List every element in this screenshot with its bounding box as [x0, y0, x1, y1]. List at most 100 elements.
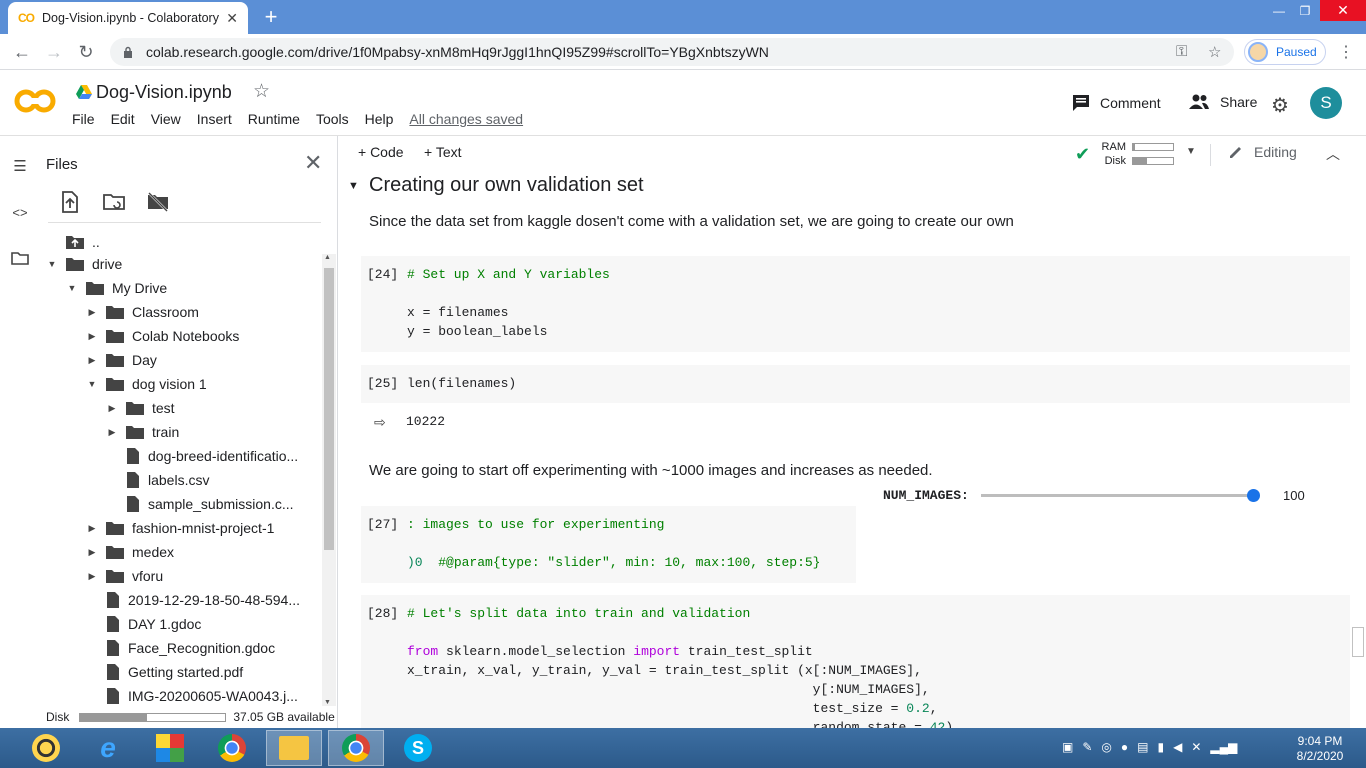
tree-item-file[interactable]: IMG-20200605-WA0043.j...	[106, 684, 298, 704]
caret-right-icon[interactable]: ▶	[86, 571, 98, 582]
scroll-down-icon[interactable]: ▼	[324, 699, 331, 706]
tab-close-icon[interactable]: ✕	[226, 10, 238, 27]
caret-down-icon[interactable]: ▼	[66, 283, 78, 293]
code-editor[interactable]: # Set up X and Y variables x = filenames…	[407, 265, 610, 341]
minimize-icon[interactable]: —	[1266, 0, 1292, 22]
tree-item-drive[interactable]: ▼ drive	[46, 252, 123, 276]
browser-tab[interactable]: CO Dog-Vision.ipynb - Colaboratory ✕	[8, 2, 248, 34]
code-cell-28[interactable]: [28] # Let's split data into train and v…	[361, 595, 1350, 728]
tree-item-day[interactable]: ▶ Day	[86, 348, 157, 372]
menu-view[interactable]: View	[151, 111, 181, 127]
menu-file[interactable]: File	[72, 111, 95, 127]
taskbar-app[interactable]	[142, 730, 198, 766]
menu-help[interactable]: Help	[365, 111, 394, 127]
tree-item-medex[interactable]: ▶ medex	[86, 540, 175, 564]
volume-icon[interactable]: ◀	[1173, 740, 1182, 754]
menu-runtime[interactable]: Runtime	[248, 111, 300, 127]
gear-icon[interactable]: ⚙	[1271, 93, 1289, 118]
resource-monitor[interactable]: RAM Disk	[1074, 140, 1174, 168]
caret-right-icon[interactable]: ▶	[86, 523, 98, 534]
file-tree-scrollbar[interactable]: ▲ ▼	[322, 254, 336, 706]
caret-right-icon[interactable]: ▶	[106, 427, 118, 438]
caret-right-icon[interactable]: ▶	[86, 331, 98, 342]
avatar[interactable]: S	[1310, 87, 1342, 119]
notebook-title[interactable]: Dog-Vision.ipynb	[96, 82, 232, 103]
signal-icon[interactable]: ▂▄▆	[1210, 740, 1237, 754]
caret-down-icon[interactable]: ▼	[1186, 146, 1196, 157]
refresh-folder-icon[interactable]	[102, 190, 126, 214]
new-tab-icon[interactable]: +	[258, 4, 284, 30]
add-code-button[interactable]: + Code	[358, 144, 404, 160]
code-cell-24[interactable]: [24] # Set up X and Y variables x = file…	[361, 256, 1350, 352]
unmount-drive-icon[interactable]	[146, 190, 170, 214]
tree-item-file[interactable]: sample_submission.c...	[126, 492, 294, 516]
close-icon[interactable]: ✕	[304, 150, 322, 176]
profile-button[interactable]: Paused	[1244, 39, 1326, 65]
battery-icon[interactable]: ▮	[1157, 740, 1164, 754]
tree-item-parent[interactable]: ..	[66, 230, 100, 254]
save-status-link[interactable]: All changes saved	[409, 111, 523, 127]
taskbar-ie[interactable]: e	[80, 730, 136, 766]
tree-item-file[interactable]: 2019-12-29-18-50-48-594...	[106, 588, 300, 612]
slider-thumb[interactable]	[1247, 489, 1260, 502]
star-icon[interactable]: ☆	[253, 80, 270, 103]
editing-mode-button[interactable]: Editing	[1228, 144, 1297, 160]
caret-right-icon[interactable]: ▶	[86, 355, 98, 366]
notebook-scrollbar-thumb[interactable]	[1352, 627, 1364, 657]
back-icon[interactable]: ←	[10, 40, 34, 64]
tree-item-colab-notebooks[interactable]: ▶ Colab Notebooks	[86, 324, 240, 348]
tree-item-file[interactable]: Getting started.pdf	[106, 660, 243, 684]
bookmark-star-icon[interactable]: ☆	[1208, 43, 1221, 61]
forward-icon[interactable]: →	[42, 40, 66, 64]
caret-right-icon[interactable]: ▶	[86, 547, 98, 558]
section-collapse-icon[interactable]: ▼	[348, 180, 359, 192]
key-icon[interactable]: ⚿	[1176, 43, 1187, 60]
tree-item-train[interactable]: ▶ train	[106, 420, 180, 444]
taskbar-explorer[interactable]	[266, 730, 322, 766]
reload-icon[interactable]: ↻	[74, 40, 98, 64]
tray-icon[interactable]: ✎	[1082, 740, 1092, 754]
output-icon[interactable]: ⇨	[374, 414, 386, 431]
restore-icon[interactable]: ❐	[1292, 0, 1318, 22]
tray-icon[interactable]: ▣	[1062, 740, 1073, 754]
tree-item-file[interactable]: DAY 1.gdoc	[106, 612, 201, 636]
google-drive-icon[interactable]	[76, 84, 92, 100]
taskbar-skype[interactable]: S	[390, 730, 446, 766]
caret-right-icon[interactable]: ▶	[86, 307, 98, 318]
tree-item-dog-vision-1[interactable]: ▼ dog vision 1	[86, 372, 207, 396]
taskbar-chrome-active[interactable]	[328, 730, 384, 766]
code-editor[interactable]: len(filenames)	[407, 374, 516, 393]
code-cell-25[interactable]: [25] len(filenames)	[361, 365, 1350, 403]
colab-logo[interactable]	[14, 84, 56, 118]
share-button[interactable]: Share	[1188, 94, 1257, 110]
code-editor[interactable]: : images to use for experimenting )0 #@p…	[407, 515, 820, 572]
comment-button[interactable]: Comment	[1072, 94, 1161, 112]
tree-item-file[interactable]: dog-breed-identificatio...	[126, 444, 298, 468]
scroll-up-icon[interactable]: ▲	[324, 254, 331, 261]
num-images-slider[interactable]	[981, 494, 1253, 497]
tree-item-my-drive[interactable]: ▼ My Drive	[66, 276, 168, 300]
network-icon[interactable]: ✕	[1191, 740, 1201, 754]
code-snippets-icon[interactable]: <>	[10, 202, 30, 222]
folder-icon[interactable]	[10, 248, 30, 268]
tray-icon[interactable]: ●	[1121, 740, 1128, 754]
tray-icon[interactable]: ◎	[1101, 740, 1111, 754]
window-close-icon[interactable]: ✕	[1320, 0, 1366, 21]
caret-right-icon[interactable]: ▶	[106, 403, 118, 414]
chevron-up-icon[interactable]: ︿	[1326, 144, 1340, 164]
add-text-button[interactable]: + Text	[424, 144, 462, 160]
menu-tools[interactable]: Tools	[316, 111, 349, 127]
menu-edit[interactable]: Edit	[111, 111, 135, 127]
tree-item-file[interactable]: labels.csv	[126, 468, 209, 492]
tree-item-test[interactable]: ▶ test	[106, 396, 175, 420]
upload-icon[interactable]	[58, 190, 82, 214]
start-button[interactable]	[18, 730, 74, 766]
caret-down-icon[interactable]: ▼	[86, 379, 98, 389]
taskbar-chrome[interactable]	[204, 730, 260, 766]
clock[interactable]: 9:04 PM 8/2/2020	[1290, 734, 1350, 764]
browser-menu-icon[interactable]: ⋮	[1338, 42, 1354, 62]
url-input[interactable]: colab.research.google.com/drive/1f0Mpabs…	[110, 38, 1234, 66]
tray-icon[interactable]: ▤	[1137, 740, 1148, 754]
caret-down-icon[interactable]: ▼	[46, 259, 58, 269]
tree-item-file[interactable]: Face_Recognition.gdoc	[106, 636, 275, 660]
